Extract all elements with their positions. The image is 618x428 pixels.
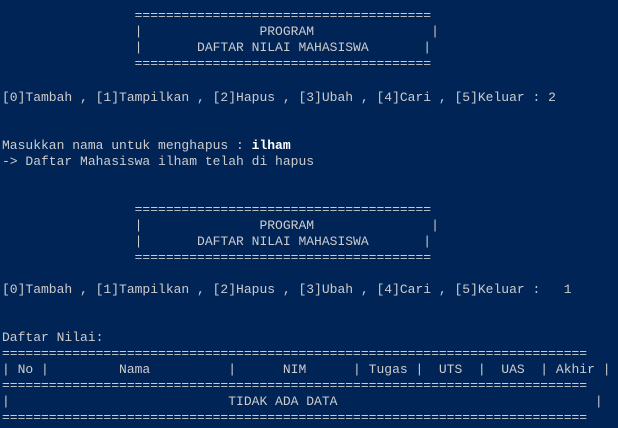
- banner-program-title: | PROGRAM |: [2, 218, 439, 233]
- console-window[interactable]: ====================================== |…: [0, 0, 618, 428]
- delete-confirmation: -> Daftar Mahasiswa ilham telah di hapus: [2, 154, 315, 169]
- delete-name-input-value: ilham: [251, 138, 291, 153]
- table-top-border: ========================================…: [2, 346, 588, 361]
- menu-prompt: [0]Tambah , [1]Tampilkan , [2]Hapus , [3…: [2, 90, 556, 105]
- delete-name-label: Masukkan nama untuk menghapus :: [2, 138, 252, 153]
- delete-name-prompt: Masukkan nama untuk menghapus : ilham: [2, 138, 291, 154]
- banner-top-border: ======================================: [2, 202, 432, 217]
- table-header-row: | No | Nama | NIM | Tugas | UTS | UAS | …: [2, 362, 611, 377]
- menu-prompt: [0]Tambah , [1]Tampilkan , [2]Hapus , [3…: [2, 282, 572, 297]
- table-header-border: ========================================…: [2, 378, 588, 393]
- banner-subtitle: | DAFTAR NILAI MAHASISWA |: [2, 234, 432, 249]
- banner-top-border: ======================================: [2, 8, 432, 23]
- table-bottom-border: ========================================…: [2, 410, 588, 425]
- list-heading: Daftar Nilai:: [2, 330, 104, 345]
- banner-bottom-border: ======================================: [2, 56, 432, 71]
- banner-bottom-border: ======================================: [2, 250, 432, 265]
- banner-program-title: | PROGRAM |: [2, 24, 439, 39]
- table-empty-row: | TIDAK ADA DATA |: [2, 394, 603, 409]
- banner-subtitle: | DAFTAR NILAI MAHASISWA |: [2, 40, 432, 55]
